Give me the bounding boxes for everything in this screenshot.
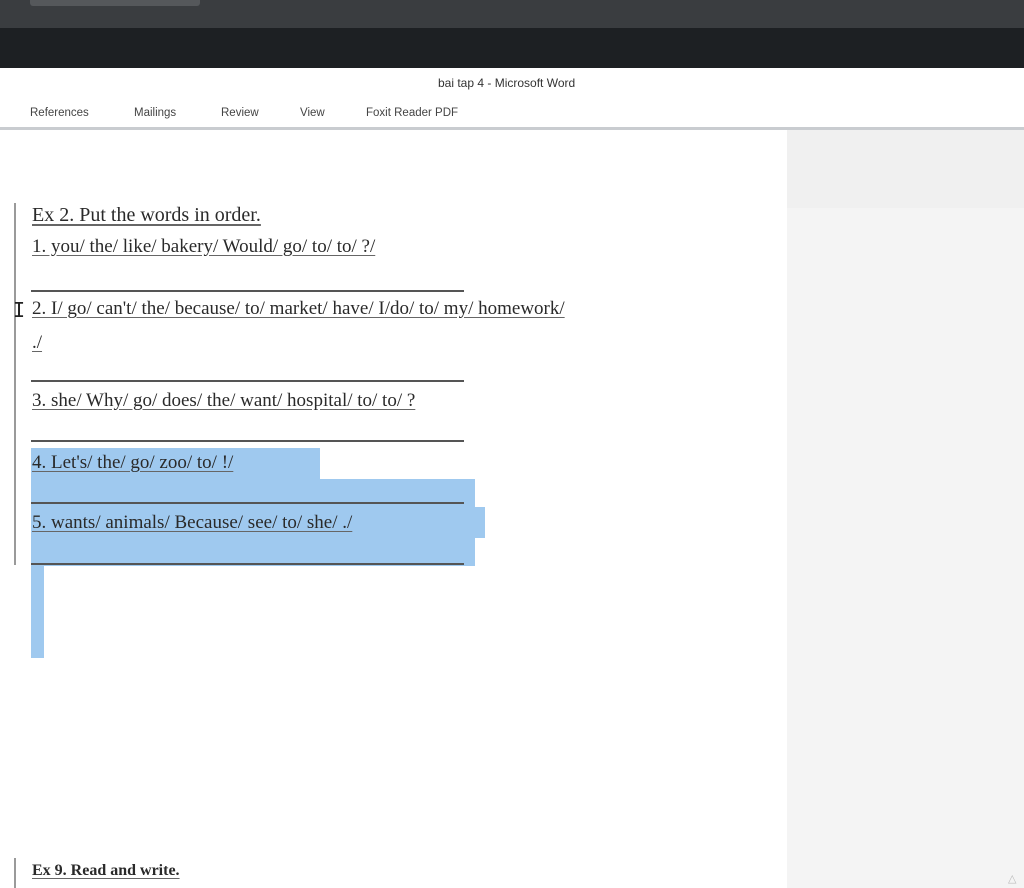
selection-highlight <box>31 538 475 566</box>
margin-bar <box>14 203 16 565</box>
exercise-item-5: 5. wants/ animals/ Because/ see/ to/ she… <box>32 512 353 533</box>
tab-review[interactable]: Review <box>221 107 259 119</box>
tab-view[interactable]: View <box>300 107 325 119</box>
exercise-9-heading: Ex 9. Read and write. <box>32 862 180 879</box>
exercise-item-2-continued: ./ <box>32 332 43 353</box>
tab-foxit-reader-pdf[interactable]: Foxit Reader PDF <box>366 107 458 119</box>
margin-bar-lower <box>14 858 16 888</box>
answer-line <box>31 563 464 565</box>
answer-line <box>31 290 464 292</box>
title-bar <box>0 28 1024 68</box>
exercise-item-2: 2. I/ go/ can't/ the/ because/ to/ marke… <box>32 298 565 319</box>
taskbar-strip <box>0 0 1024 28</box>
exercise-item-3: 3. she/ Why/ go/ does/ the/ want/ hospit… <box>32 390 416 411</box>
tab-mailings[interactable]: Mailings <box>134 107 176 119</box>
answer-line <box>31 380 464 382</box>
blurred-tab <box>30 0 200 6</box>
ibeam-cursor-icon: I <box>13 298 26 322</box>
tab-references[interactable]: References <box>30 107 89 119</box>
exercise-2-heading: Ex 2. Put the words in order. <box>32 204 261 226</box>
answer-line <box>31 502 464 504</box>
answer-line <box>31 440 464 442</box>
exercise-item-4: 4. Let's/ the/ go/ zoo/ to/ !/ <box>32 452 234 473</box>
side-panel-band <box>787 130 1024 208</box>
exercise-item-1: 1. you/ the/ like/ bakery/ Would/ go/ to… <box>32 236 376 257</box>
window-title: bai tap 4 - Microsoft Word <box>438 76 576 90</box>
resize-grip-icon: △ <box>1008 872 1017 885</box>
side-panel <box>787 130 1024 888</box>
selection-highlight <box>31 566 44 658</box>
